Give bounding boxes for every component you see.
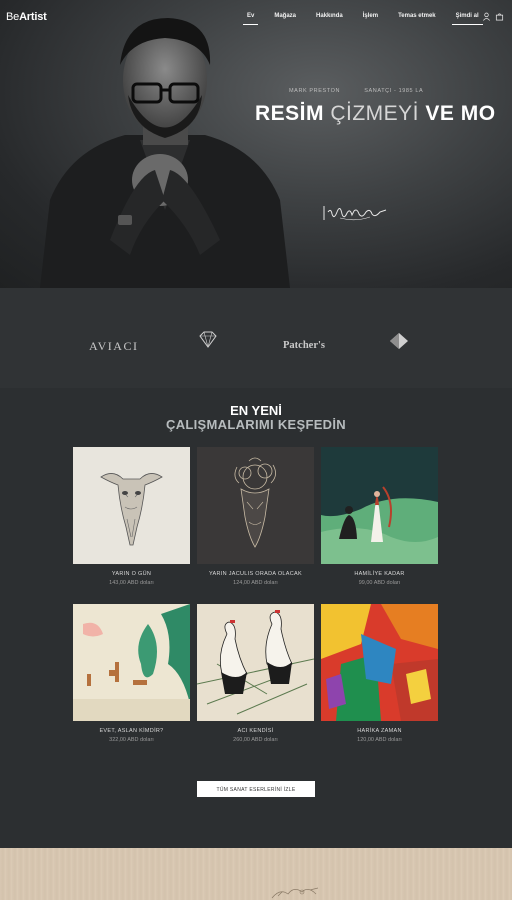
artwork-title[interactable]: ACI KENDİSİ bbox=[197, 728, 314, 734]
artwork-price: 322,00 ABD doları bbox=[109, 737, 154, 743]
artwork-title[interactable]: EVET, ASLAN KİMDİR? bbox=[73, 728, 190, 734]
artwork-price: 120,00 ABD doları bbox=[357, 737, 402, 743]
brand-prefix: Be bbox=[6, 11, 20, 23]
hero-title-bold: RESİM bbox=[255, 102, 331, 125]
section-title-line2: ÇALIŞMALARIMI KEŞFEDİN bbox=[166, 417, 346, 432]
user-icon[interactable] bbox=[482, 12, 491, 21]
top-navigation: BeArtist Ev Mağaza Hakkında İşlem Temas … bbox=[0, 0, 512, 34]
artwork-title[interactable]: YARIN JACULIS ORADA OLACAK bbox=[197, 571, 314, 577]
partner-logo-aviaci: AVIACI bbox=[89, 339, 139, 353]
artist-role: SANATÇI - 1985 LA bbox=[364, 88, 424, 94]
signature-image bbox=[323, 206, 387, 221]
artwork-card[interactable]: ACI KENDİSİ 260,00 ABD doları bbox=[197, 604, 314, 743]
artwork-card[interactable]: YARIN O GÜN 143,00 ABD doları bbox=[73, 447, 190, 586]
main-menu: Ev Mağaza Hakkında İşlem Temas etmek Şim… bbox=[243, 13, 495, 25]
cart-icon[interactable] bbox=[495, 12, 504, 21]
nav-item-about[interactable]: Hakkında bbox=[312, 13, 347, 19]
hero-title-light: ÇİZMEYİ bbox=[330, 102, 426, 125]
artwork-title[interactable]: HAMİLİYE KADAR bbox=[321, 571, 438, 577]
artwork-price: 124,00 ABD doları bbox=[233, 580, 278, 586]
nav-item-buy-now[interactable]: Şimdi al bbox=[451, 13, 483, 25]
nav-item-process[interactable]: İşlem bbox=[359, 13, 382, 19]
nav-item-contact[interactable]: Temas etmek bbox=[394, 13, 440, 19]
artwork-card[interactable]: HAMİLİYE KADAR 99,00 ABD doları bbox=[321, 447, 438, 586]
artwork-image-abstract[interactable] bbox=[321, 604, 438, 721]
section-title-line1: EN YENİ bbox=[230, 403, 282, 418]
view-all-artworks-button[interactable]: TÜM SANAT ESERLERİNİ İZLE bbox=[197, 781, 315, 797]
artwork-price: 260,00 ABD doları bbox=[233, 737, 278, 743]
diamond-logo-icon bbox=[199, 331, 217, 348]
nav-item-home[interactable]: Ev bbox=[243, 13, 259, 25]
partner-logos bbox=[0, 288, 512, 388]
artist-meta: MARK PRESTON SANATÇI - 1985 LA bbox=[289, 88, 445, 94]
brand-name: Artist bbox=[19, 11, 47, 23]
floral-sketch-icon bbox=[271, 887, 319, 899]
artwork-image-lion[interactable] bbox=[73, 604, 190, 721]
partner-logo-patchers: Patcher's bbox=[283, 340, 325, 351]
hero-title: RESİM ÇİZMEYİ VE MO bbox=[255, 102, 496, 126]
rhombus-logo-icon bbox=[390, 333, 408, 349]
artwork-card[interactable]: YARIN JACULIS ORADA OLACAK 124,00 ABD do… bbox=[197, 447, 314, 586]
artwork-image-cranes[interactable] bbox=[197, 604, 314, 721]
artwork-image-deer[interactable] bbox=[197, 447, 314, 564]
artwork-card[interactable]: EVET, ASLAN KİMDİR? 322,00 ABD doları bbox=[73, 604, 190, 743]
artwork-image-skull[interactable] bbox=[73, 447, 190, 564]
artwork-price: 99,00 ABD doları bbox=[358, 580, 401, 586]
artwork-title[interactable]: YARIN O GÜN bbox=[73, 571, 190, 577]
artwork-card[interactable]: HARİKA ZAMAN 120,00 ABD doları bbox=[321, 604, 438, 743]
artwork-price: 143,00 ABD doları bbox=[109, 580, 154, 586]
hero-section: BeArtist Ev Mağaza Hakkında İşlem Temas … bbox=[0, 0, 512, 288]
artist-portrait bbox=[40, 18, 290, 288]
hero-title-rest: VE MO bbox=[425, 102, 496, 125]
brand-logo[interactable]: BeArtist bbox=[6, 11, 47, 23]
nav-item-shop[interactable]: Mağaza bbox=[270, 13, 300, 19]
artist-name: MARK PRESTON bbox=[289, 88, 341, 94]
artwork-image-women[interactable] bbox=[321, 447, 438, 564]
artwork-title[interactable]: HARİKA ZAMAN bbox=[321, 728, 438, 734]
footer-paper-banner bbox=[0, 848, 512, 900]
